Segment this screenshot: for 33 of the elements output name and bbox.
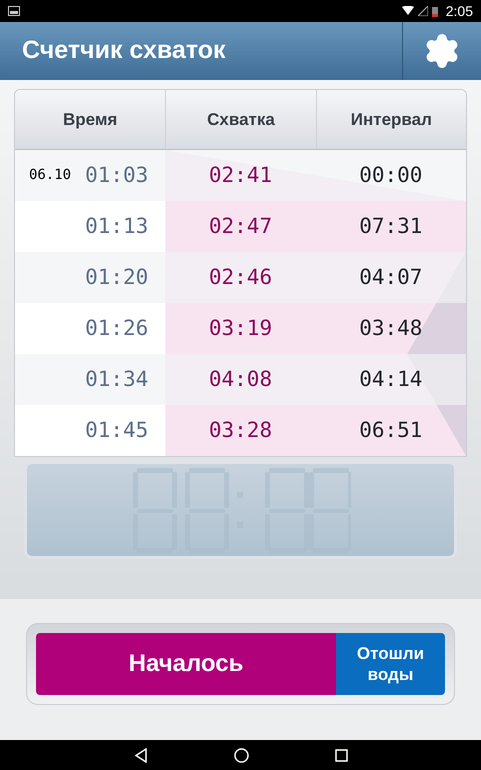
interval-time: 00:00 <box>359 162 422 189</box>
duration-time: 02:47 <box>208 212 272 240</box>
column-header: Интервал <box>350 108 432 131</box>
home-icon[interactable] <box>234 748 248 762</box>
wifi-icon <box>402 6 414 16</box>
app-title: Счетчик схваток <box>22 35 226 66</box>
column-header: Схватка <box>207 108 275 131</box>
start-time: 01:34 <box>85 366 148 393</box>
duration-time: 03:28 <box>208 416 272 444</box>
start-time: 01:45 <box>85 416 148 444</box>
clock-time: 2:05 <box>446 2 473 20</box>
water-broke-button[interactable]: Отошли воды <box>336 633 445 695</box>
duration-time: 04:08 <box>208 366 272 393</box>
duration-time: 02:46 <box>208 264 272 291</box>
interval-time: 03:48 <box>359 314 422 342</box>
recents-icon[interactable] <box>334 748 348 762</box>
start-button[interactable]: Началось <box>36 633 336 695</box>
interval-time: 04:14 <box>359 366 422 393</box>
start-time: 01:03 <box>85 162 148 189</box>
interval-time: 07:31 <box>359 212 422 240</box>
date-label: 06.10 <box>28 166 72 185</box>
battery-icon <box>432 6 438 16</box>
duration-time: 02:41 <box>208 162 272 189</box>
signal-icon <box>418 6 428 16</box>
interval-time: 04:07 <box>359 264 422 291</box>
back-icon[interactable] <box>134 748 148 762</box>
interval-time: 06:51 <box>359 416 422 444</box>
start-time: 01:20 <box>85 264 148 291</box>
start-time: 01:26 <box>85 314 148 342</box>
image-icon <box>8 6 20 16</box>
duration-time: 03:19 <box>208 314 272 342</box>
start-time: 01:13 <box>85 212 148 240</box>
column-header: Время <box>62 108 118 131</box>
